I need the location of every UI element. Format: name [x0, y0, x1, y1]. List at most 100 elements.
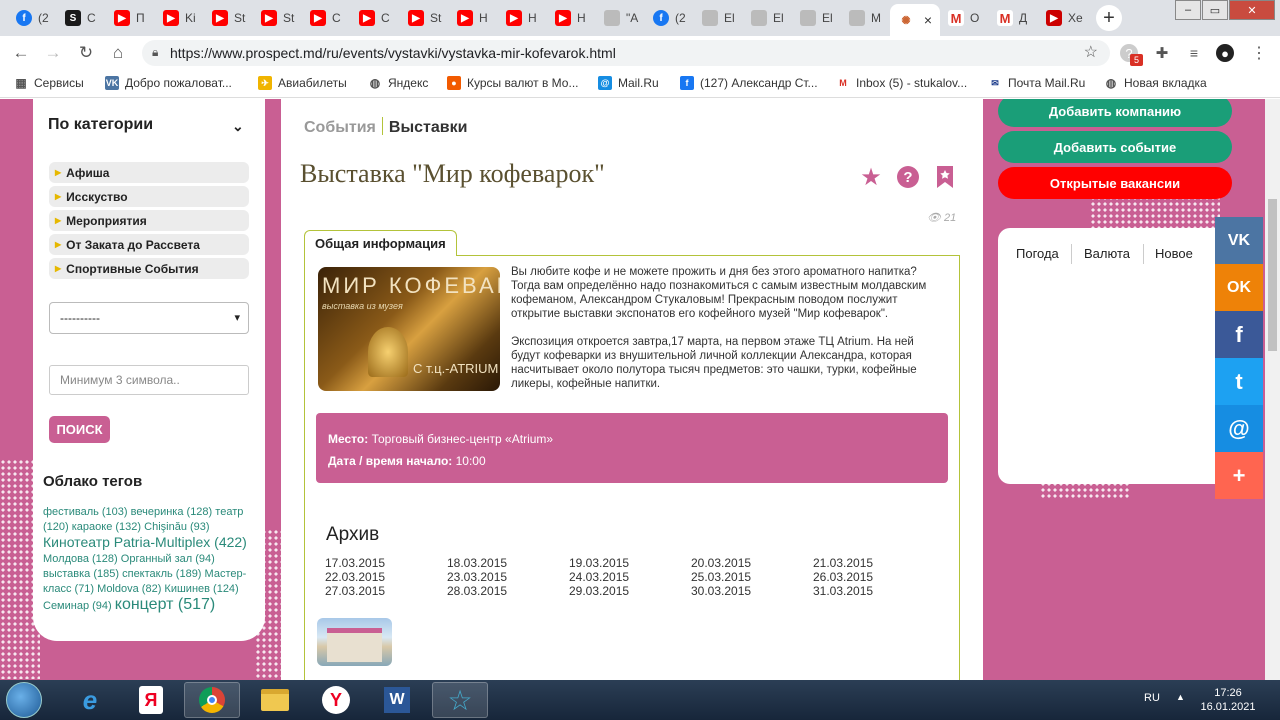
archive-date-link[interactable]: 27.03.2015 — [325, 584, 447, 598]
category-item[interactable]: ▶ Исскуство — [49, 186, 249, 207]
home-icon[interactable]: ⌂ — [107, 42, 129, 64]
tray-arrow-icon[interactable]: ▲ — [1176, 692, 1185, 702]
start-button[interactable] — [6, 682, 42, 718]
word-icon[interactable]: W — [369, 682, 425, 718]
archive-date-link[interactable]: 25.03.2015 — [691, 570, 813, 584]
category-item[interactable]: ▶ Афиша — [49, 162, 249, 183]
browser-tab[interactable]: ✺ × — [890, 4, 940, 36]
favorite-star-icon[interactable]: ★ — [858, 164, 884, 191]
venue-thumbnail[interactable] — [317, 618, 392, 666]
twitter-share-button[interactable]: t — [1215, 358, 1263, 405]
browser-tab[interactable]: MД — [989, 4, 1038, 32]
yandex-icon[interactable]: Y — [308, 682, 364, 718]
bookmark-icon[interactable] — [932, 164, 958, 190]
more-share-button[interactable]: + — [1215, 452, 1263, 499]
chevron-down-icon[interactable]: ⌄ — [232, 118, 244, 135]
category-select[interactable]: ---------- ▾ — [49, 302, 249, 334]
bookmark-item[interactable]: ✉ Почта Mail.Ru — [988, 76, 1085, 90]
archive-date-link[interactable]: 29.03.2015 — [569, 584, 691, 598]
vertical-scrollbar[interactable] — [1265, 99, 1280, 680]
browser-tab[interactable]: El — [792, 4, 841, 32]
browser-tab[interactable]: ▶ St — [204, 4, 253, 32]
tab-general-info[interactable]: Общая информация — [304, 230, 457, 256]
bookmark-item[interactable]: ◍ Новая вкладка — [1104, 76, 1207, 90]
tab-weather[interactable]: Погода — [1016, 246, 1059, 261]
tag-link[interactable]: Кинотеатр Patria-Multiplex (422) — [43, 534, 247, 550]
address-bar[interactable]: 🔒︎ https://www.prospect.md/ru/events/vys… — [142, 40, 1110, 66]
tag-link[interactable]: Семинар (94) — [43, 600, 112, 612]
ie-icon[interactable]: e — [62, 682, 118, 718]
category-item[interactable]: ▶ От Заката до Рассвета — [49, 234, 249, 255]
bookmark-item[interactable]: ▦ Сервисы — [14, 76, 83, 90]
browser-tab[interactable]: El — [743, 4, 792, 32]
chrome-icon[interactable] — [184, 682, 240, 718]
browser-tab[interactable]: ▶ Xe — [1038, 4, 1087, 32]
category-item[interactable]: ▶ Спортивные События — [49, 258, 249, 279]
bookmark-item[interactable]: M Inbox (5) - stukalov... — [836, 76, 967, 90]
search-input[interactable]: Минимум 3 символа.. — [49, 365, 249, 395]
browser-tab[interactable]: ▶ H — [547, 4, 596, 32]
archive-date-link[interactable]: 18.03.2015 — [447, 556, 569, 570]
tag-link[interactable]: Chişinău (93) — [144, 521, 209, 533]
tab-new[interactable]: Новое — [1155, 246, 1193, 261]
bookmark-star-icon[interactable]: ☆ — [1084, 42, 1098, 62]
search-button[interactable]: ПОИСК — [49, 416, 110, 443]
forward-icon[interactable]: → — [42, 42, 64, 64]
browser-tab[interactable]: ▶ St — [400, 4, 449, 32]
open-vacancies-button[interactable]: Открытые вакансии — [998, 167, 1232, 199]
archive-date-link[interactable]: 31.03.2015 — [813, 584, 935, 598]
ok-share-button[interactable]: OK — [1215, 264, 1263, 311]
mailru-share-button[interactable]: @ — [1215, 405, 1263, 452]
bookmark-item[interactable]: ● Курсы валют в Мо... — [447, 76, 579, 90]
bookmark-item[interactable]: f (127) Александр Ст... — [680, 76, 818, 90]
window-close-button[interactable]: ✕ — [1229, 0, 1275, 20]
bookmark-item[interactable]: ◍ Яндекс — [368, 76, 429, 90]
tag-link[interactable]: выставка (185) — [43, 568, 119, 580]
browser-tab[interactable]: MO — [940, 4, 989, 32]
language-indicator[interactable]: RU — [1144, 692, 1160, 704]
browser-tab[interactable]: ▶ C — [351, 4, 400, 32]
archive-date-link[interactable]: 28.03.2015 — [447, 584, 569, 598]
browser-tab[interactable]: M — [841, 4, 890, 32]
clock[interactable]: 17:26 16.01.2021 — [1198, 686, 1258, 714]
browser-tab[interactable]: f (2 — [645, 4, 694, 32]
tag-link[interactable]: Органный зал (94) — [121, 553, 215, 565]
breadcrumb-parent-link[interactable]: События — [304, 119, 376, 136]
yandex-browser-icon[interactable]: Я — [123, 682, 179, 718]
add-event-button[interactable]: Добавить событие — [998, 131, 1232, 163]
archive-date-link[interactable]: 17.03.2015 — [325, 556, 447, 570]
tag-link[interactable]: Moldova (82) — [97, 583, 161, 595]
menu-dots-icon[interactable]: ⋮ — [1250, 44, 1268, 62]
maximize-button[interactable]: ▭ — [1202, 0, 1228, 20]
profile-avatar[interactable]: ● — [1216, 44, 1234, 62]
tag-link[interactable]: фестиваль (103) — [43, 506, 128, 518]
archive-date-link[interactable]: 26.03.2015 — [813, 570, 935, 584]
archive-date-link[interactable]: 20.03.2015 — [691, 556, 813, 570]
bookmark-item[interactable]: ✈ Авиабилеты — [258, 76, 347, 90]
tag-link[interactable]: Кишинев (124) — [164, 583, 238, 595]
bookmark-item[interactable]: VK Добро пожаловат... — [105, 76, 232, 90]
media-control-icon[interactable]: ≡ — [1185, 44, 1203, 62]
browser-tab[interactable]: SC — [57, 4, 106, 32]
close-icon[interactable]: × — [924, 12, 932, 28]
browser-tab[interactable]: ▶ П — [106, 4, 155, 32]
facebook-share-button[interactable]: f — [1215, 311, 1263, 358]
archive-date-link[interactable]: 24.03.2015 — [569, 570, 691, 584]
minimize-button[interactable]: – — [1175, 0, 1201, 20]
browser-tab[interactable]: ▶ C — [302, 4, 351, 32]
star-app-icon[interactable]: ☆ — [432, 682, 488, 718]
scrollbar-thumb[interactable] — [1268, 199, 1277, 351]
archive-date-link[interactable]: 22.03.2015 — [325, 570, 447, 584]
vk-share-button[interactable]: VK — [1215, 217, 1263, 264]
extensions-puzzle-icon[interactable]: ✚ — [1153, 44, 1171, 62]
archive-date-link[interactable]: 19.03.2015 — [569, 556, 691, 570]
new-tab-button[interactable]: + — [1096, 5, 1122, 31]
add-company-button[interactable]: Добавить компанию — [998, 99, 1232, 127]
archive-date-link[interactable]: 21.03.2015 — [813, 556, 935, 570]
help-icon[interactable]: ? — [895, 164, 921, 190]
back-icon[interactable]: ← — [10, 42, 32, 64]
tag-link[interactable]: концерт (517) — [115, 596, 215, 613]
browser-tab[interactable]: ▶ H — [449, 4, 498, 32]
archive-date-link[interactable]: 23.03.2015 — [447, 570, 569, 584]
tag-link[interactable]: спектакль (189) — [122, 568, 201, 580]
